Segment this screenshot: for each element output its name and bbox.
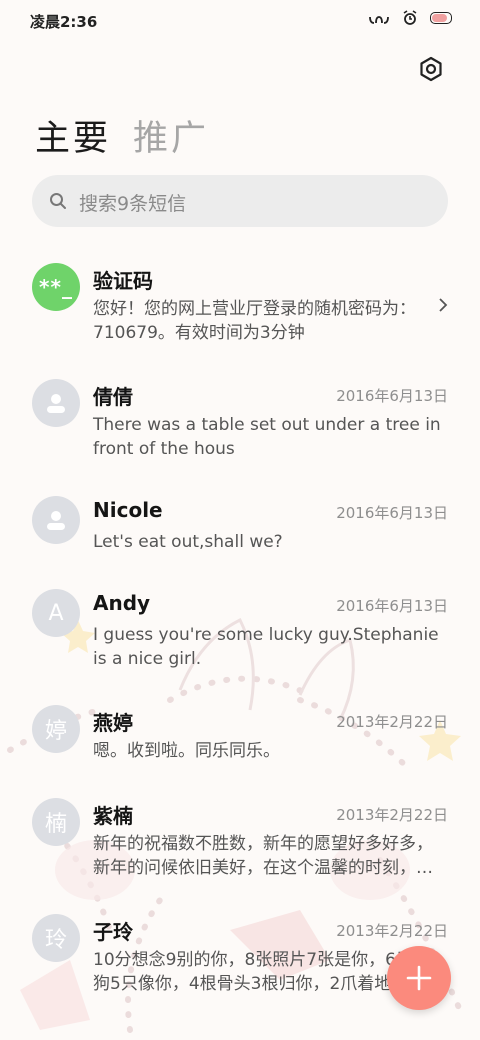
battery-icon xyxy=(430,12,452,24)
message-date: 2016年6月13日 xyxy=(336,504,448,522)
avatar: A xyxy=(32,589,80,637)
conversation-item[interactable]: 倩倩 2016年6月13日 There was a table set out … xyxy=(0,371,480,471)
avatar: 玲 xyxy=(32,914,80,962)
status-bar: 凌晨2:36 xyxy=(0,0,480,42)
contact-name: Nicole xyxy=(93,498,163,522)
search-icon xyxy=(50,193,66,209)
message-preview: I guess you're some lucky guy.Stephanie … xyxy=(93,625,439,669)
message-date: 2013年2月22日 xyxy=(336,806,448,824)
message-preview: There was a table set out under a tree i… xyxy=(93,415,441,459)
conversation-item[interactable]: **_ 验证码 您好！您的网上营业厅登录的随机密码为：710679。有效时间为3… xyxy=(0,255,480,355)
avatar: 楠 xyxy=(32,798,80,846)
message-preview: 嗯。收到啦。同乐同乐。 xyxy=(93,741,280,761)
message-preview: 您好！您的网上营业厅登录的随机密码为：710679。有效时间为3分钟 xyxy=(93,299,416,343)
message-date: 2013年2月22日 xyxy=(336,713,448,731)
conversation-item[interactable]: 婷 燕婷 2013年2月22日 嗯。收到啦。同乐同乐。 xyxy=(0,697,480,777)
plus-icon xyxy=(406,965,432,991)
message-preview: Let's eat out,shall we? xyxy=(93,532,283,552)
tab-promotions[interactable]: 推广 xyxy=(133,110,209,161)
message-preview: 新年的祝福数不胜数，新年的愿望好多好多，新年的问候依旧美好，在这个温馨的时刻，… xyxy=(93,834,433,878)
status-time: 凌晨2:36 xyxy=(30,13,98,31)
message-date: 2016年6月13日 xyxy=(336,597,448,615)
contact-name: 子玲 xyxy=(93,920,133,944)
conversation-item[interactable]: 楠 紫楠 2013年2月22日 新年的祝福数不胜数，新年的愿望好多好多，新年的问… xyxy=(0,790,480,890)
wifi-signal-icon xyxy=(369,16,389,24)
avatar xyxy=(32,379,80,427)
avatar: **_ xyxy=(32,263,80,311)
tab-primary[interactable]: 主要 xyxy=(35,110,111,161)
avatar: 婷 xyxy=(32,705,80,753)
conversation-item[interactable]: Nicole 2016年6月13日 Let's eat out,shall we… xyxy=(0,488,480,568)
search-bar[interactable]: 搜索9条短信 xyxy=(32,175,448,227)
search-input[interactable]: 搜索9条短信 xyxy=(79,189,186,216)
message-date: 2013年2月22日 xyxy=(336,922,448,940)
person-icon xyxy=(47,394,65,413)
settings-icon[interactable] xyxy=(418,56,444,82)
person-icon xyxy=(47,511,65,530)
tab-bar: 主要 推广 xyxy=(35,110,209,161)
contact-name: 紫楠 xyxy=(93,804,133,828)
new-message-button[interactable] xyxy=(387,946,451,1010)
contact-name: 燕婷 xyxy=(93,711,133,735)
contact-name: Andy xyxy=(93,591,151,615)
alarm-icon xyxy=(403,10,417,25)
chevron-right-icon xyxy=(439,298,448,312)
conversation-item[interactable]: A Andy 2016年6月13日 I guess you're some lu… xyxy=(0,581,480,681)
avatar xyxy=(32,496,80,544)
message-date: 2016年6月13日 xyxy=(336,387,448,405)
contact-name: 验证码 xyxy=(93,269,153,293)
contact-name: 倩倩 xyxy=(93,385,133,409)
status-icons xyxy=(368,10,452,26)
